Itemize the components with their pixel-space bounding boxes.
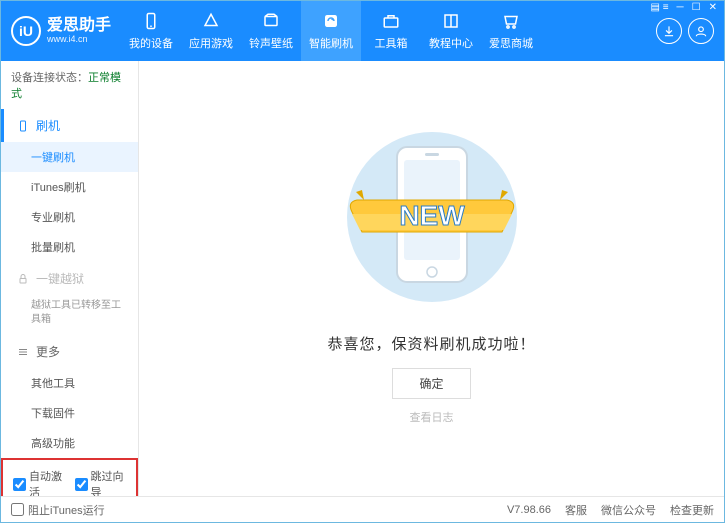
app-name: 爱思助手 [47,18,111,34]
version-label: V7.98.66 [507,504,551,516]
checkbox-block-itunes[interactable]: 阻止iTunes运行 [11,502,105,518]
checkbox-skip-guide[interactable]: 跳过向导 [75,468,127,496]
list-icon [16,345,30,359]
success-illustration: NEW [332,122,532,315]
jailbreak-note: 越狱工具已转移至工具箱 [31,299,126,327]
nav-apps[interactable]: 应用游戏 [181,1,241,61]
sidebar-item-batch-flash[interactable]: 批量刷机 [1,232,138,262]
lock-icon [16,272,30,286]
sidebar-item-oneclick-flash[interactable]: 一键刷机 [1,142,138,172]
check-update-link[interactable]: 检查更新 [670,502,714,518]
window-controls: ▤ ≡ ─ ☐ ✕ [650,2,717,13]
minimize-icon[interactable]: ─ [677,2,684,13]
phone-icon [16,119,30,133]
sidebar-item-other-tools[interactable]: 其他工具 [1,368,138,398]
book-icon [441,11,461,31]
logo-icon: iU [11,16,41,46]
sidebar: 设备连接状态：正常模式 刷机 一键刷机 iTunes刷机 专业刷机 批量刷机 [1,61,139,496]
nav-my-device[interactable]: 我的设备 [121,1,181,61]
account-button[interactable] [688,18,714,44]
sidebar-item-itunes-flash[interactable]: iTunes刷机 [1,172,138,202]
close-icon[interactable]: ✕ [709,2,717,13]
download-button[interactable] [656,18,682,44]
footer: 阻止iTunes运行 V7.98.66 客服 微信公众号 检查更新 [1,496,724,522]
new-banner-text: NEW [399,200,465,231]
toolbox-icon [381,11,401,31]
maximize-icon[interactable]: ☐ [692,2,701,13]
nav-toolbox[interactable]: 工具箱 [361,1,421,61]
header: iU 爱思助手 www.i4.cn 我的设备 应用游戏 铃声壁纸 智能刷机 [1,1,724,61]
ok-button[interactable]: 确定 [392,368,470,399]
wallpaper-icon [261,11,281,31]
menu-icon[interactable]: ▤ ≡ [650,2,668,13]
sidebar-group-flash[interactable]: 刷机 [1,109,138,142]
app-url: www.i4.cn [47,34,111,44]
header-right [656,18,724,44]
support-link[interactable]: 客服 [565,502,587,518]
nav-smart-flash[interactable]: 智能刷机 [301,1,361,61]
nav-tutorials[interactable]: 教程中心 [421,1,481,61]
sidebar-item-pro-flash[interactable]: 专业刷机 [1,202,138,232]
checkbox-auto-activate[interactable]: 自动激活 [13,468,65,496]
sidebar-item-download-firmware[interactable]: 下载固件 [1,398,138,428]
checkbox-row: 自动激活 跳过向导 [1,458,138,496]
phone-icon [141,11,161,31]
cart-icon [501,11,521,31]
sidebar-group-more[interactable]: 更多 [1,335,138,368]
flash-icon [321,11,341,31]
top-nav: 我的设备 应用游戏 铃声壁纸 智能刷机 工具箱 教程中心 [121,1,656,61]
nav-ringtones[interactable]: 铃声壁纸 [241,1,301,61]
main-content: NEW 恭喜您，保资料刷机成功啦！ 确定 查看日志 [139,61,724,496]
apps-icon [201,11,221,31]
sidebar-item-advanced[interactable]: 高级功能 [1,428,138,458]
sidebar-group-jailbreak[interactable]: 一键越狱 [1,262,138,295]
nav-store[interactable]: 爱思商城 [481,1,541,61]
wechat-link[interactable]: 微信公众号 [601,502,656,518]
view-log-link[interactable]: 查看日志 [410,409,454,425]
logo: iU 爱思助手 www.i4.cn [1,16,121,46]
success-message: 恭喜您，保资料刷机成功啦！ [327,333,535,354]
connection-status: 设备连接状态：正常模式 [1,61,138,109]
